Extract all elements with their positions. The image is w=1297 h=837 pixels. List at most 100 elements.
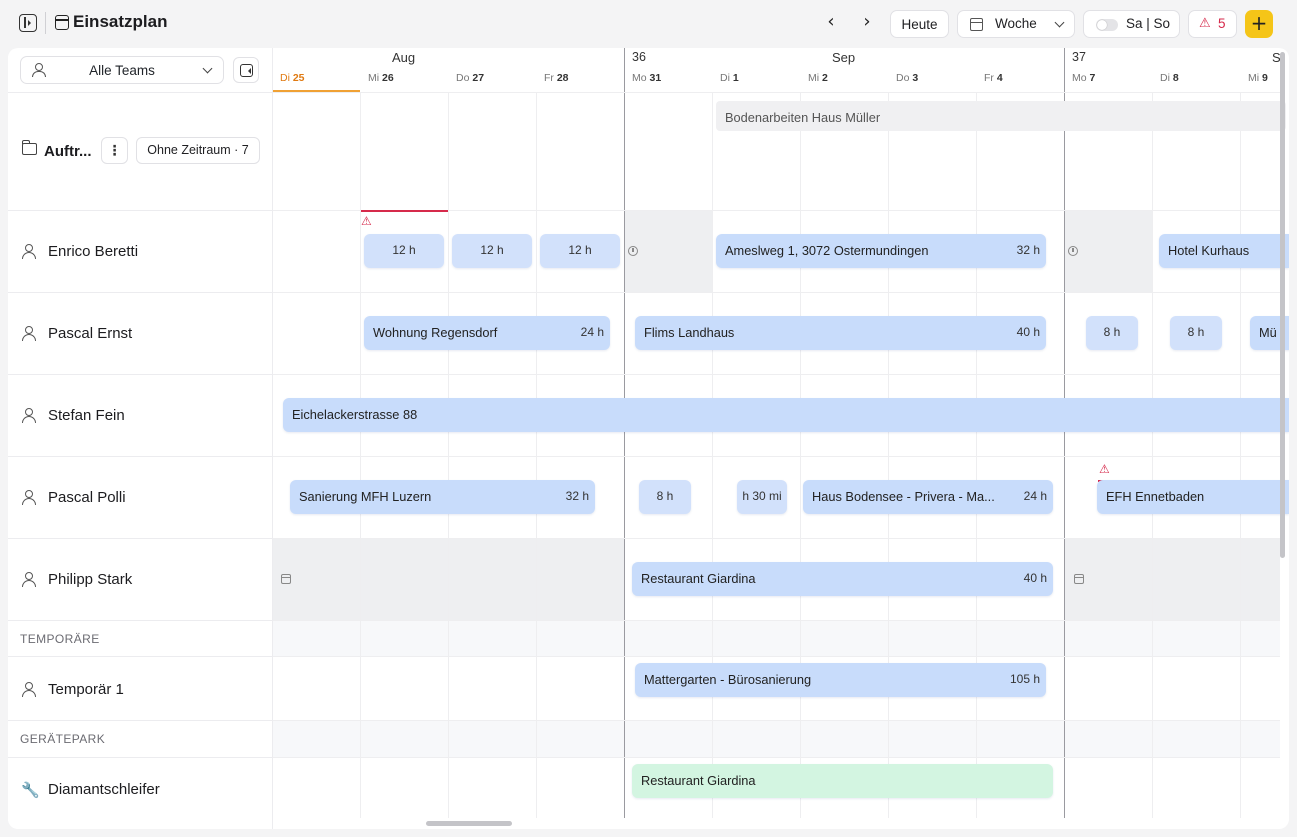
day-header[interactable]: Mo 31 bbox=[632, 72, 661, 84]
day-header[interactable]: Mi 9 bbox=[1248, 72, 1268, 84]
row-line bbox=[272, 620, 1280, 621]
unscheduled-button[interactable]: Ohne Zeitraum · 7 bbox=[136, 137, 260, 164]
grid-line bbox=[448, 92, 449, 818]
resource-row[interactable]: Pascal Polli bbox=[8, 456, 272, 538]
warning-icon: ⚠ bbox=[1099, 462, 1110, 476]
event-bar[interactable]: 12 h bbox=[364, 234, 444, 268]
weekend-toggle[interactable]: Sa | So bbox=[1083, 10, 1180, 38]
week-number: 37 bbox=[1072, 50, 1086, 64]
resource-name: Stefan Fein bbox=[48, 407, 125, 424]
resource-row[interactable]: 🔧 Diamantschleifer bbox=[8, 757, 272, 829]
event-hours: 32 h bbox=[565, 489, 589, 503]
grid-line bbox=[360, 92, 361, 818]
day-header[interactable]: Do 27 bbox=[456, 72, 484, 84]
person-icon bbox=[22, 682, 36, 697]
month-label: Sep bbox=[832, 50, 856, 65]
today-label: Heute bbox=[901, 16, 938, 32]
day-header[interactable]: Di 8 bbox=[1160, 72, 1179, 84]
warnings-button[interactable]: ⚠ 5 bbox=[1188, 10, 1237, 38]
resource-name: Pascal Ernst bbox=[48, 325, 133, 342]
day-header[interactable]: Mo 7 bbox=[1072, 72, 1095, 84]
more-options-button[interactable]: ⋮ bbox=[101, 137, 128, 164]
event-title: Mattergarten - Bürosanierung bbox=[644, 672, 812, 687]
day-header[interactable]: Fr 28 bbox=[544, 72, 569, 84]
sidebar-toggle-icon[interactable] bbox=[19, 14, 37, 32]
row-line bbox=[272, 456, 1280, 457]
resource-row[interactable]: Philipp Stark bbox=[8, 538, 272, 620]
resource-row[interactable]: Enrico Beretti bbox=[8, 210, 272, 292]
event-bar[interactable]: 8 h bbox=[639, 480, 691, 514]
event-title: Restaurant Giardina bbox=[641, 571, 756, 586]
day-header[interactable]: Fr 4 bbox=[984, 72, 1003, 84]
person-icon bbox=[22, 326, 36, 341]
day-header[interactable]: Mi 2 bbox=[808, 72, 828, 84]
event-title: Sanierung MFH Luzern bbox=[299, 489, 432, 504]
grid-line bbox=[888, 92, 889, 818]
warning-count: 5 bbox=[1218, 16, 1226, 31]
event-bar[interactable]: 12 h bbox=[452, 234, 532, 268]
previous-week-button[interactable]: ‹ bbox=[822, 13, 840, 32]
event-hours: 40 h bbox=[1016, 325, 1040, 339]
calendar-icon bbox=[55, 15, 69, 30]
calendar-grid: Aug Sep S 36 37 Di 25 Mi 26 Do 27 Fr 28 … bbox=[272, 48, 1289, 829]
calendar-icon bbox=[281, 574, 291, 584]
team-filter-label: Alle Teams bbox=[89, 63, 155, 78]
event-bar[interactable]: Ameslweg 1, 3072 Ostermundingen 32 h bbox=[716, 234, 1046, 268]
event-bar[interactable]: EFH Ennetbaden bbox=[1097, 480, 1289, 514]
today-button[interactable]: Heute bbox=[890, 10, 949, 38]
team-filter-select[interactable]: Alle Teams bbox=[20, 56, 224, 84]
day-header[interactable]: Mi 26 bbox=[368, 72, 394, 84]
event-bar[interactable]: 8 h bbox=[1170, 316, 1222, 350]
planner-panel: Alle Teams Auftr... ⋮ Ohne Zeitraum · 7 … bbox=[8, 48, 1289, 829]
grid-line bbox=[800, 92, 801, 818]
event-bar[interactable]: Bodenarbeiten Haus Müller bbox=[716, 101, 1286, 131]
day-header[interactable]: Di 1 bbox=[720, 72, 739, 84]
event-bar[interactable]: 8 h bbox=[1086, 316, 1138, 350]
event-hours: 24 h bbox=[580, 325, 604, 339]
event-title: Bodenarbeiten Haus Müller bbox=[725, 110, 881, 125]
view-select[interactable]: Woche bbox=[957, 10, 1075, 38]
resource-row[interactable]: Stefan Fein bbox=[8, 374, 272, 456]
resource-sidebar: Alle Teams Auftr... ⋮ Ohne Zeitraum · 7 … bbox=[8, 48, 272, 829]
month-label: Aug bbox=[392, 50, 416, 65]
event-title: Restaurant Giardina bbox=[641, 773, 756, 788]
calendar-icon bbox=[1074, 574, 1084, 584]
event-bar[interactable]: h 30 mi bbox=[737, 480, 787, 514]
grid-line bbox=[536, 92, 537, 818]
grid-line bbox=[976, 92, 977, 818]
event-bar[interactable]: Restaurant Giardina 40 h bbox=[632, 562, 1053, 596]
group-label: TEMPORÄRE bbox=[20, 632, 100, 646]
toggle-switch[interactable] bbox=[1096, 19, 1118, 31]
week-separator bbox=[1064, 48, 1065, 818]
vertical-scrollbar[interactable] bbox=[1280, 52, 1285, 558]
calendar-header: Aug Sep S 36 37 Di 25 Mi 26 Do 27 Fr 28 … bbox=[272, 48, 1289, 92]
next-week-button[interactable]: › bbox=[858, 13, 876, 32]
event-bar[interactable]: Wohnung Regensdorf 24 h bbox=[364, 316, 610, 350]
top-bar: Einsatzplan ‹ › Heute Woche Sa | So ⚠ 5 … bbox=[0, 0, 1297, 48]
resource-row[interactable]: Pascal Ernst bbox=[8, 292, 272, 374]
row-line bbox=[272, 720, 1280, 721]
horizontal-scrollbar[interactable] bbox=[426, 821, 512, 826]
event-bar[interactable]: 12 h bbox=[540, 234, 620, 268]
event-bar[interactable]: Haus Bodensee - Privera - Ma... 24 h bbox=[803, 480, 1053, 514]
event-bar[interactable]: Restaurant Giardina bbox=[632, 764, 1053, 798]
orders-label: Auftr... bbox=[44, 143, 92, 160]
grid-line bbox=[712, 92, 713, 818]
event-bar[interactable]: Mattergarten - Bürosanierung 105 h bbox=[635, 663, 1046, 697]
collapse-sidebar-button[interactable] bbox=[233, 57, 259, 83]
day-header[interactable]: Do 3 bbox=[896, 72, 918, 84]
grid-line bbox=[1152, 92, 1153, 818]
warning-icon: ⚠ bbox=[361, 214, 372, 228]
event-hours: 32 h bbox=[1016, 243, 1040, 257]
clock-icon bbox=[1068, 246, 1078, 256]
event-bar[interactable]: Eichelackerstrasse 88 bbox=[283, 398, 1289, 432]
absence-shade bbox=[1064, 538, 1280, 620]
event-title: Wohnung Regensdorf bbox=[373, 325, 498, 340]
day-header-today[interactable]: Di 25 bbox=[280, 72, 305, 84]
event-bar[interactable]: Flims Landhaus 40 h bbox=[635, 316, 1046, 350]
add-button[interactable]: + bbox=[1245, 10, 1273, 38]
resource-row[interactable]: Temporär 1 bbox=[8, 656, 272, 720]
event-bar[interactable]: Hotel Kurhaus bbox=[1159, 234, 1289, 268]
group-header: GERÄTEPARK bbox=[8, 720, 272, 757]
event-bar[interactable]: Sanierung MFH Luzern 32 h bbox=[290, 480, 595, 514]
